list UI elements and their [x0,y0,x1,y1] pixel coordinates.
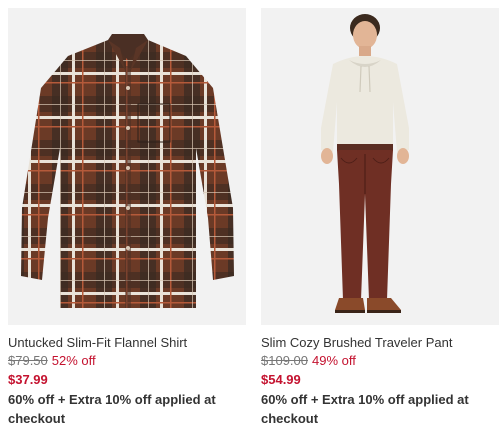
original-price: $79.50 [8,353,48,368]
product-card-flannel-shirt[interactable]: Untucked Slim-Fit Flannel Shirt $79.50 52… [8,8,246,425]
price-row: $109.00 49% off [261,352,499,369]
sale-price: $54.99 [261,372,301,387]
percent-off: 52% off [51,353,96,368]
product-card-traveler-pant[interactable]: Slim Cozy Brushed Traveler Pant $109.00 4… [261,8,499,425]
price-row: $79.50 52% off [8,352,246,369]
sale-price: $37.99 [8,372,48,387]
percent-off: 49% off [312,353,356,368]
product-name[interactable]: Untucked Slim-Fit Flannel Shirt [8,335,246,351]
promo-text: 60% off + Extra 10% off applied at check… [261,392,469,425]
original-price: $109.00 [261,353,308,368]
product-image-traveler-pant[interactable] [261,8,499,325]
product-name[interactable]: Slim Cozy Brushed Traveler Pant [261,335,499,351]
promo-text: 60% off + Extra 10% off applied at check… [8,392,216,425]
product-image-flannel-shirt[interactable] [8,8,246,325]
